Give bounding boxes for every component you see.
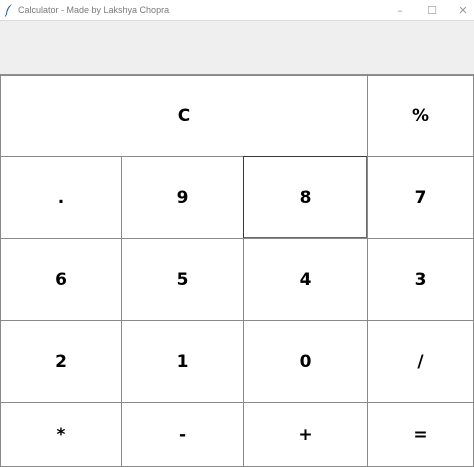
calculator-display bbox=[0, 20, 474, 75]
digit-4-button[interactable]: 4 bbox=[243, 238, 368, 321]
digit-9-button[interactable]: 9 bbox=[121, 156, 244, 239]
digit-0-button[interactable]: 0 bbox=[243, 320, 368, 403]
digit-6-button[interactable]: 6 bbox=[0, 238, 122, 321]
equals-button[interactable]: = bbox=[367, 402, 474, 467]
multiply-button[interactable]: * bbox=[0, 402, 122, 467]
digit-5-button[interactable]: 5 bbox=[121, 238, 244, 321]
percent-button[interactable]: % bbox=[367, 75, 474, 157]
title-bar: Calculator - Made by Lakshya Chopra – ☐ … bbox=[0, 0, 474, 20]
subtract-button[interactable]: - bbox=[121, 402, 244, 467]
digit-3-button[interactable]: 3 bbox=[367, 238, 474, 321]
keypad: C % . 9 8 7 6 5 4 3 2 1 0 / * - + = bbox=[0, 75, 474, 467]
clear-button[interactable]: C bbox=[0, 75, 368, 157]
minimize-button[interactable]: – bbox=[384, 0, 416, 20]
maximize-button[interactable]: ☐ bbox=[416, 0, 448, 20]
digit-7-button[interactable]: 7 bbox=[367, 156, 474, 239]
decimal-button[interactable]: . bbox=[0, 156, 122, 239]
feather-icon bbox=[4, 4, 12, 17]
digit-8-button[interactable]: 8 bbox=[243, 156, 368, 239]
divide-button[interactable]: / bbox=[367, 320, 474, 403]
window-title: Calculator - Made by Lakshya Chopra bbox=[18, 5, 170, 15]
close-button[interactable]: ✕ bbox=[447, 0, 474, 20]
digit-2-button[interactable]: 2 bbox=[0, 320, 122, 403]
add-button[interactable]: + bbox=[243, 402, 368, 467]
digit-1-button[interactable]: 1 bbox=[121, 320, 244, 403]
